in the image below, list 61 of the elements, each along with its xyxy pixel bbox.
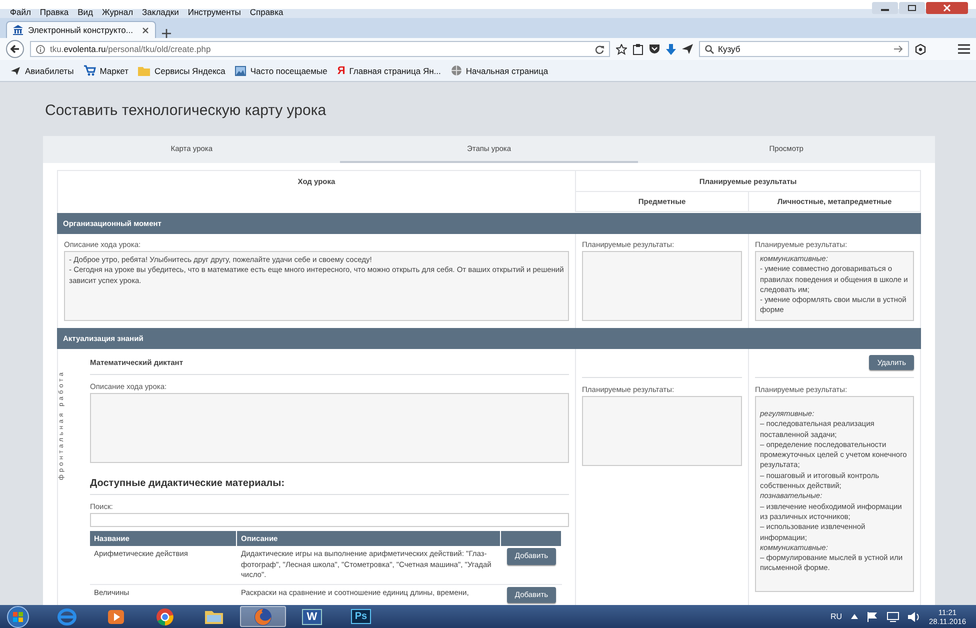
menu-icon[interactable] [958,44,970,54]
bookmark[interactable]: Начальная страница [466,66,548,76]
firefox-icon [254,608,272,626]
picture-icon [235,66,246,76]
network-icon[interactable] [887,612,900,622]
taskbar-app[interactable]: Ps [338,606,384,627]
reload-icon[interactable] [595,44,604,54]
menu-item[interactable]: Инструменты [188,7,241,17]
cart-icon [84,65,96,76]
volume-icon[interactable] [908,612,920,622]
yandex-icon: Я [337,64,346,76]
flag-icon[interactable] [867,612,878,622]
bookmark[interactable]: Главная страница Ян... [349,66,441,76]
menu-item[interactable]: Правка [40,7,69,17]
word-icon: W [302,608,322,624]
search-icon [705,44,714,54]
folder-icon [138,66,150,76]
photoshop-icon: Ps [350,609,372,624]
maximize-icon[interactable] [899,2,925,14]
caret-icon[interactable] [851,614,858,619]
browser-tab[interactable]: Электронный конструкто... [6,21,156,38]
menu-item[interactable]: Вид [78,7,94,17]
folder-icon [204,608,224,624]
menu-item[interactable]: Журнал [102,7,134,17]
page-title: Составить технологическую карту урока [44,101,328,121]
chrome-icon [156,608,174,626]
clipboard-icon[interactable] [633,44,643,54]
bank-icon [13,25,23,35]
results-box[interactable] [755,396,914,592]
back-icon[interactable] [6,40,24,58]
taskbar-app[interactable]: W [289,606,335,627]
media-player-icon [107,608,125,624]
bookmark[interactable]: Авиабилеты [25,66,74,76]
menu-item[interactable]: Файл [10,7,31,17]
arrow-right-icon[interactable] [894,45,903,53]
close-icon[interactable] [926,2,968,14]
star-icon[interactable] [616,44,627,54]
language-indicator[interactable]: RU [830,612,842,621]
send-icon[interactable] [682,44,693,54]
menu-item[interactable]: Закладки [142,7,179,17]
browser-e-icon [57,608,77,626]
pocket-icon[interactable] [649,44,660,54]
search-field[interactable] [90,513,569,527]
globe-icon [450,65,462,76]
description-box[interactable] [64,251,569,321]
minimize-icon[interactable] [872,2,898,14]
bookmark[interactable]: Часто посещаемые [250,66,328,76]
bookmark[interactable]: Сервисы Яндекса [154,66,226,76]
taskbar-app[interactable] [240,606,286,627]
info-icon[interactable] [36,44,45,54]
bookmark[interactable]: Маркет [100,66,128,76]
search-field[interactable]: Кузуб [699,41,909,57]
start-icon[interactable] [4,606,32,628]
menu-item[interactable]: Справка [250,7,284,17]
close-icon[interactable] [142,26,149,34]
column-header [501,531,562,546]
new-tab-icon[interactable] [162,29,171,38]
download-icon[interactable] [666,44,676,54]
materials-heading: Доступные дидактические материалы: [90,478,286,491]
extension-icon[interactable] [915,44,926,54]
plane-icon [10,65,21,76]
